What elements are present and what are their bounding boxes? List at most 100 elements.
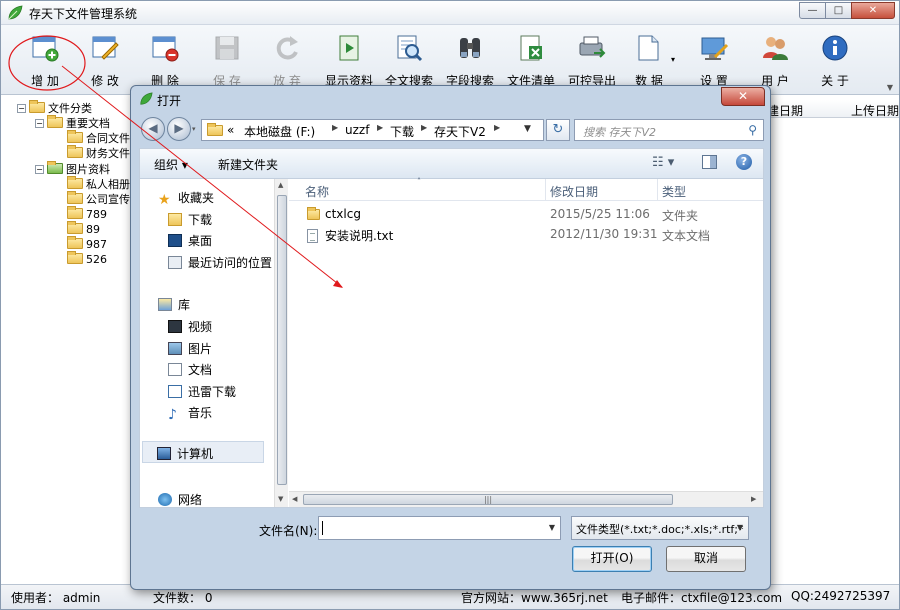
address-dropdown-icon[interactable]: ▼ (524, 124, 531, 134)
recent-places-icon (168, 256, 182, 269)
breadcrumb-separator-icon[interactable]: ▶ (494, 123, 500, 132)
nav-network[interactable]: 网络 (158, 491, 202, 508)
filename-input[interactable]: ▼ (318, 516, 561, 540)
history-dropdown-icon[interactable]: ▾ (192, 125, 196, 133)
scroll-up-icon[interactable]: ▲ (278, 181, 283, 189)
fulltext-search-button[interactable]: 全文搜索 (379, 33, 439, 89)
nav-music[interactable]: ♪ 音乐 (168, 404, 212, 422)
file-list-scrollbar[interactable]: ◀ ||| ▶ (289, 491, 763, 507)
toolbar-overflow-icon[interactable]: ▼ (887, 83, 893, 92)
file-type-dropdown-icon[interactable]: ▼ (737, 523, 743, 532)
breadcrumb-drive[interactable]: 本地磁盘 (F:) (244, 123, 315, 140)
nav-desktop[interactable]: 桌面 (168, 232, 212, 249)
column-uploaded[interactable]: 上传日期 (851, 102, 899, 119)
show-data-button[interactable]: 显示资料 (319, 33, 379, 89)
nav-downloads[interactable]: 下载 (168, 211, 212, 228)
edit-button[interactable]: 修 改 (75, 33, 135, 89)
forward-button[interactable]: ▶ (167, 117, 191, 141)
collapse-icon[interactable]: − (35, 165, 44, 174)
nav-favorites[interactable]: ★ 收藏夹 (158, 189, 214, 207)
breadcrumb-download[interactable]: 下载 (390, 123, 414, 140)
new-folder-button[interactable]: 新建文件夹 (218, 156, 278, 173)
tree-node-promo[interactable]: 公司宣传 (67, 191, 130, 208)
file-scroll-thumb[interactable]: ||| (303, 494, 673, 505)
data-button[interactable]: 数 据 ▾ (619, 33, 679, 89)
data-dropdown-arrow[interactable]: ▾ (671, 55, 675, 64)
preview-pane-icon[interactable] (702, 155, 717, 169)
search-input[interactable]: 搜索 存天下V2 ⚲ (574, 119, 764, 141)
nav-thunder-downloads[interactable]: 迅雷下载 (168, 383, 236, 400)
organize-button[interactable]: 组织 ▾ (154, 156, 188, 173)
column-name[interactable]: 名称 (305, 183, 329, 200)
breadcrumb-separator-icon[interactable]: ▶ (377, 123, 383, 132)
maximize-button[interactable]: □ (825, 2, 852, 19)
collapse-icon[interactable]: − (17, 104, 26, 113)
nav-scrollbar[interactable]: ▲ ▼ (274, 179, 288, 507)
tree-node-finance[interactable]: 财务文件 (67, 145, 130, 162)
breadcrumb-uzzf[interactable]: uzzf (345, 123, 369, 137)
column-divider[interactable] (657, 179, 658, 201)
edit-icon (92, 36, 119, 60)
column-type[interactable]: 类型 (662, 183, 686, 200)
status-website[interactable]: 官方网站：www.365rj.net (461, 589, 608, 606)
nav-computer[interactable]: 计算机 (142, 441, 264, 463)
field-search-button[interactable]: 字段搜索 (440, 33, 500, 89)
delete-button[interactable]: 删 除 (135, 33, 195, 89)
nav-documents[interactable]: 文档 (168, 361, 212, 378)
open-file-dialog: 打开 ✕ ◀ ▶ ▾ « 本地磁盘 (F:) ▶ uzzf ▶ 下载 ▶ 存天下… (130, 85, 771, 590)
status-user: 使用者： admin (11, 591, 101, 605)
column-created[interactable]: 建日期 (767, 102, 803, 119)
dialog-title: 打开 (157, 94, 182, 108)
status-email[interactable]: 电子邮件：ctxfile@123.com (621, 589, 782, 606)
star-icon: ★ (158, 192, 171, 208)
tree-node-contracts[interactable]: 合同文件 (67, 130, 130, 147)
file-row-readme[interactable]: 安装说明.txt 2012/11/30 19:31 文本文档 (289, 225, 759, 243)
status-count: 文件数： 0 (153, 591, 213, 605)
open-button[interactable]: 打开(O) (572, 546, 652, 572)
file-name: ctxlcg (325, 207, 361, 221)
file-list-button[interactable]: 文件清单 (501, 33, 561, 89)
breadcrumb-current[interactable]: 存天下V2 (434, 123, 486, 140)
breadcrumb-separator-icon[interactable]: ▶ (332, 123, 338, 132)
file-date: 2015/5/25 11:06 (550, 207, 650, 221)
file-type-select[interactable]: 文件类型(*.txt;*.doc;*.xls;*.rtf;* ▼ (571, 516, 749, 540)
filename-dropdown-icon[interactable]: ▼ (549, 523, 555, 532)
collapse-icon[interactable]: − (35, 119, 44, 128)
column-divider[interactable] (545, 179, 546, 201)
nav-libraries[interactable]: 库 (158, 296, 190, 313)
close-button[interactable]: ✕ (851, 2, 895, 19)
export-button[interactable]: 可控导出 (562, 33, 622, 89)
tree-node-private-album[interactable]: 私人相册 (67, 176, 130, 193)
discard-button[interactable]: 放 弃 (257, 33, 317, 89)
about-button[interactable]: 关 于 (805, 33, 865, 89)
breadcrumb-separator-icon[interactable]: ▶ (421, 123, 427, 132)
address-bar[interactable]: « 本地磁盘 (F:) ▶ uzzf ▶ 下载 ▶ 存天下V2 ▶ ▼ (201, 119, 544, 141)
help-icon[interactable]: ? (736, 154, 752, 170)
settings-button[interactable]: 设 置 (684, 33, 744, 89)
nav-videos[interactable]: 视频 (168, 318, 212, 335)
dialog-close-button[interactable]: ✕ (721, 87, 765, 106)
add-button[interactable]: 增 加 (15, 33, 75, 89)
leaf-icon (8, 5, 23, 20)
download-folder-icon (168, 213, 182, 226)
column-modified[interactable]: 修改日期 (550, 183, 598, 200)
nav-pictures[interactable]: 图片 (168, 340, 212, 357)
cancel-button[interactable]: 取消 (666, 546, 746, 572)
file-row-ctxlcg[interactable]: ctxlcg 2015/5/25 11:06 文件夹 (289, 205, 759, 223)
refresh-button[interactable]: ↻ (546, 119, 570, 141)
scroll-right-icon[interactable]: ▶ (751, 495, 756, 503)
nav-scroll-thumb[interactable] (277, 195, 287, 485)
scroll-left-icon[interactable]: ◀ (292, 495, 297, 503)
magnifier-icon[interactable]: ⚲ (748, 123, 757, 137)
save-button[interactable]: 保 存 (197, 33, 257, 89)
breadcrumb-overflow[interactable]: « (227, 123, 234, 137)
back-button[interactable]: ◀ (141, 117, 165, 141)
file-date: 2012/11/30 19:31 (550, 227, 658, 241)
minimize-button[interactable]: — (799, 2, 826, 19)
view-options-icon[interactable]: ☷ ▾ (652, 155, 674, 170)
info-icon (822, 35, 848, 61)
nav-recent[interactable]: 最近访问的位置 (168, 254, 272, 271)
scroll-down-icon[interactable]: ▼ (278, 495, 283, 503)
tree-node-526[interactable]: 526 (67, 251, 107, 268)
users-button[interactable]: 用 户 (745, 33, 805, 89)
